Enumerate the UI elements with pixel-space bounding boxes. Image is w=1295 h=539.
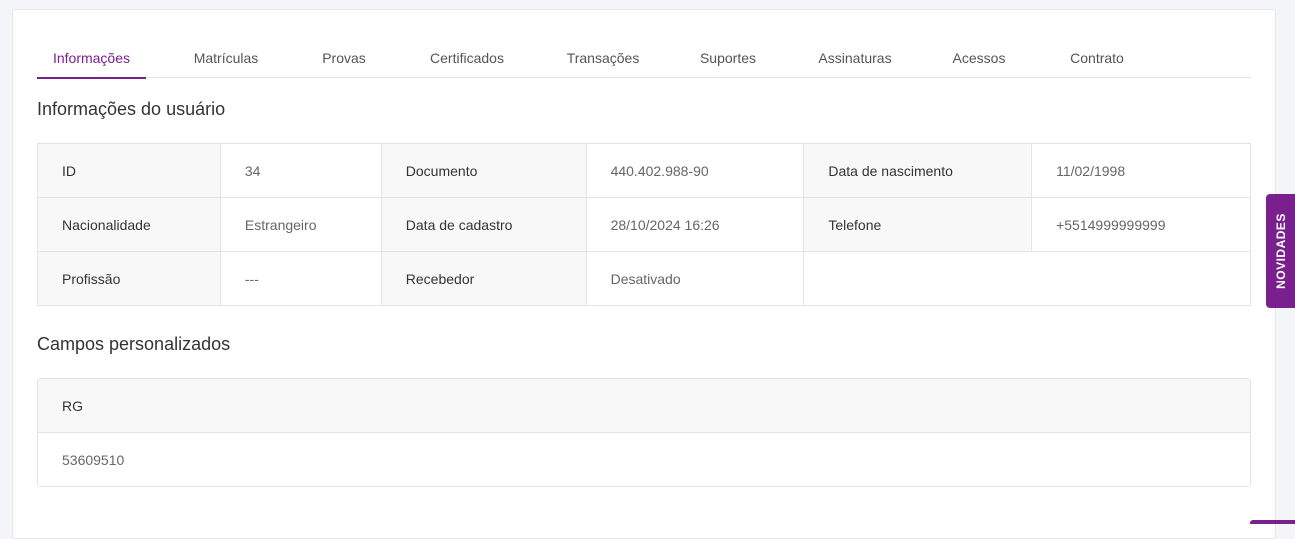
floating-widget-edge[interactable] — [1250, 520, 1295, 524]
documento-label: Documento — [380, 143, 587, 198]
custom-fields-table: RG 53609510 — [37, 378, 1251, 487]
nacionalidade-value: Estrangeiro — [219, 197, 382, 252]
recebedor-label: Recebedor — [380, 251, 587, 306]
profissao-value: --- — [219, 251, 382, 306]
user-info-table: ID 34 Documento 440.402.988-90 Data de n… — [37, 143, 1251, 306]
documento-value: 440.402.988-90 — [585, 143, 805, 198]
id-label: ID — [37, 143, 221, 198]
custom-fields-title: Campos personalizados — [37, 334, 231, 354]
tab-informacoes[interactable]: Informações — [37, 38, 146, 79]
tab-bar: Informações Matrículas Provas Certificad… — [37, 38, 1251, 79]
tab-transacoes[interactable]: Transações — [558, 38, 648, 78]
telefone-value: +5514999999999 — [1031, 197, 1251, 252]
user-info-title: Informações do usuário — [37, 99, 226, 119]
tab-acessos[interactable]: Acessos — [943, 38, 1015, 78]
tab-contrato[interactable]: Contrato — [1057, 38, 1137, 78]
custom-field-value: 53609510 — [38, 433, 1250, 486]
tab-matriculas[interactable]: Matrículas — [182, 38, 270, 78]
empty-cell — [803, 251, 1251, 306]
nascimento-value: 11/02/1998 — [1031, 143, 1251, 198]
nascimento-label: Data de nascimento — [803, 143, 1033, 198]
custom-field-label: RG — [38, 379, 1250, 433]
user-detail-card: Informações Matrículas Provas Certificad… — [12, 9, 1276, 539]
recebedor-value: Desativado — [585, 251, 805, 306]
tab-assinaturas[interactable]: Assinaturas — [808, 38, 902, 78]
table-row: Nacionalidade Estrangeiro Data de cadast… — [37, 197, 1251, 252]
table-row: Profissão --- Recebedor Desativado — [37, 251, 1251, 306]
telefone-label: Telefone — [803, 197, 1033, 252]
profissao-label: Profissão — [37, 251, 221, 306]
novidades-button[interactable]: NOVIDADES — [1266, 194, 1295, 308]
table-row: ID 34 Documento 440.402.988-90 Data de n… — [37, 143, 1251, 198]
id-value: 34 — [219, 143, 382, 198]
tab-certificados[interactable]: Certificados — [419, 38, 515, 78]
nacionalidade-label: Nacionalidade — [37, 197, 221, 252]
novidades-label: NOVIDADES — [1273, 213, 1288, 289]
tab-provas[interactable]: Provas — [311, 38, 377, 78]
cadastro-label: Data de cadastro — [380, 197, 587, 252]
tab-suportes[interactable]: Suportes — [689, 38, 767, 78]
cadastro-value: 28/10/2024 16:26 — [585, 197, 805, 252]
